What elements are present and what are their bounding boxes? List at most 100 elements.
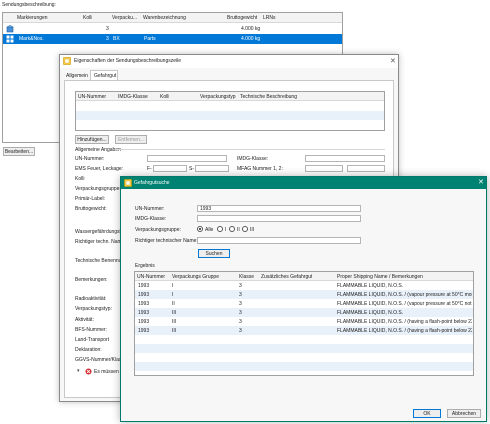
shipment-table-header: Markierungen Kolli Verpacku... Warenbeze…	[3, 13, 342, 23]
col-header-un[interactable]: UN-Nummer	[137, 274, 165, 280]
col-header-un[interactable]: UN-Nummer	[78, 94, 106, 100]
section-heading: Allgemeine Angaben	[75, 147, 121, 153]
remove-button[interactable]: Entfernen...	[115, 135, 147, 144]
properties-title: Eigenschaften der Sendungsbeschreibungsz…	[74, 58, 182, 64]
verpackungsgruppe-label: Verpackungsgruppe:	[75, 186, 121, 192]
table-row[interactable]: 1993 III 3 FLAMMABLE LIQUID, N.O.S. / (h…	[135, 326, 473, 335]
search-techname-label: Richtiger technischer Name:	[135, 238, 198, 244]
app-icon	[63, 57, 71, 65]
col-header-imdg[interactable]: IMDG-Klasse	[118, 94, 148, 100]
cell-gruppe: I	[172, 283, 174, 289]
col-header-markierungen[interactable]: Markierungen	[17, 15, 48, 21]
cell-name: FLAMMABLE LIQUID, N.O.S.	[337, 283, 404, 289]
aktivitaet-label: Aktivität:	[75, 317, 94, 323]
search-un-field[interactable]: 1993	[197, 205, 361, 212]
radio-alle-label: Alle	[205, 227, 214, 233]
landtransport-label: Land-Transport	[75, 337, 109, 343]
tab-gefahrgut-label: Gefahrgut	[94, 73, 117, 79]
un-field[interactable]	[147, 155, 227, 162]
cell-name: FLAMMABLE LIQUID, N.O.S. / (vapour press…	[337, 292, 472, 298]
techname-label: Richtiger techn. Name	[75, 239, 125, 245]
results-header: UN-Nummer Verpackungs Gruppe Klasse Zusä…	[135, 272, 473, 281]
imdg-field[interactable]	[305, 155, 385, 162]
radio-ii[interactable]	[229, 226, 235, 232]
radio-iii[interactable]	[242, 226, 248, 232]
cell-klasse: 3	[239, 292, 242, 298]
tab-gefahrgut[interactable]: Gefahrgut	[90, 70, 118, 80]
col-header-warenbezeichnung[interactable]: Warenbezeichnung	[143, 15, 186, 21]
search-group-label: Verpackungsgruppe:	[135, 227, 181, 233]
empty-row	[135, 362, 473, 371]
row-gewicht: 4.000 kg	[241, 36, 261, 42]
cancel-button[interactable]: Abbrechen	[447, 409, 481, 418]
close-icon[interactable]: ✕	[390, 57, 396, 65]
cell-klasse: 3	[239, 328, 242, 334]
col-header-name[interactable]: Proper Shipping Name / Bemerkungen	[337, 274, 423, 280]
un-label: UN-Nummer:	[75, 156, 105, 162]
radio-i[interactable]	[217, 226, 223, 232]
cell-klasse: 3	[239, 283, 242, 289]
col-header-zusatz[interactable]: Zusätzliches Gefahrgut	[261, 274, 312, 280]
table-row[interactable]: 1993 I 3 FLAMMABLE LIQUID, N.O.S.	[135, 281, 473, 290]
cell-klasse: 3	[239, 310, 242, 316]
mfag-label: MFAG Nummer 1, 2:	[237, 166, 283, 172]
cell-name: FLAMMABLE LIQUID, N.O.S. / (having a fla…	[337, 319, 472, 325]
tab-allgemein[interactable]: Allgemein	[66, 73, 88, 79]
col-header-verpackungstyp[interactable]: Verpackungstyp	[200, 94, 236, 100]
col-header-verpackung[interactable]: Verpacku...	[112, 15, 137, 21]
empty-row	[135, 344, 473, 353]
col-header-techbeschreibung[interactable]: Technische Beschreibung	[240, 94, 297, 100]
cell-gruppe: II	[172, 301, 175, 307]
radio-alle[interactable]	[197, 226, 203, 232]
cell-gruppe: I	[172, 292, 174, 298]
table-row[interactable]: 3 4.000 kg	[3, 24, 342, 34]
imdg-label: IMDG-Klasse:	[237, 156, 269, 162]
radioakt-label: Radioaktivität:	[75, 296, 107, 302]
col-header-kolli[interactable]: Kolli	[160, 94, 169, 100]
mfag-field-2[interactable]	[347, 165, 385, 172]
col-header-klasse[interactable]: Klasse	[239, 274, 254, 280]
add-button[interactable]: Hinzufügen...	[75, 135, 109, 144]
properties-title-bar: Eigenschaften der Sendungsbeschreibungsz…	[60, 55, 398, 68]
section-divider	[115, 149, 385, 150]
search-imdg-field[interactable]	[197, 215, 361, 222]
table-row[interactable]: 1993 II 3 FLAMMABLE LIQUID, N.O.S. / (va…	[135, 299, 473, 308]
primaer-label: Primär-Label:	[75, 196, 106, 202]
un-table: UN-Nummer IMDG-Klasse Kolli Verpackungst…	[75, 91, 385, 131]
col-header-kolli[interactable]: Kolli	[83, 15, 92, 21]
ems-s-label: S-	[189, 166, 194, 172]
un-table-row	[76, 111, 384, 120]
bemerkungen-label: Bemerkungen:	[75, 277, 108, 283]
wasser-label: Wassergefährdungskl	[75, 229, 124, 235]
ems-f-field[interactable]	[153, 165, 187, 172]
results-table: UN-Nummer Verpackungs Gruppe Klasse Zusä…	[134, 271, 474, 376]
ok-button[interactable]: OK	[413, 409, 441, 418]
verpackungstyp-label: Verpackungstyp:	[75, 306, 112, 312]
kolli-label: Kolli	[75, 176, 85, 182]
brutto-label: Bruttogewicht:	[75, 206, 107, 212]
search-imdg-label: IMDG-Klasse:	[135, 216, 167, 222]
edit-button[interactable]: Bearbeiten...	[3, 147, 35, 156]
row-verpackung: BX	[113, 36, 120, 42]
col-header-lrns[interactable]: LRNs	[263, 15, 276, 21]
search-button[interactable]: Suchen	[198, 249, 230, 258]
cell-klasse: 3	[239, 319, 242, 325]
table-row-selected[interactable]: Mark&Nos. 3 BX Parts 4.000 kg	[3, 34, 342, 44]
cell-un: 1993	[138, 328, 150, 334]
table-row[interactable]: 1993 III 3 FLAMMABLE LIQUID, N.O.S. / (h…	[135, 317, 473, 326]
section-label: Sendungsbeschreibung:	[2, 2, 56, 8]
ems-s-field[interactable]	[195, 165, 229, 172]
table-row[interactable]: 1993 I 3 FLAMMABLE LIQUID, N.O.S. / (vap…	[135, 290, 473, 299]
technbenennung-label: Technische Benennun	[75, 258, 125, 264]
table-row[interactable]: 1993 III 3 FLAMMABLE LIQUID, N.O.S.	[135, 308, 473, 317]
col-header-gruppe[interactable]: Verpackungs Gruppe	[172, 274, 219, 280]
close-icon[interactable]: ✕	[478, 178, 484, 186]
search-un-label: UN-Nummer:	[135, 206, 165, 212]
expand-arrow-icon[interactable]: ▾	[77, 368, 80, 374]
mfag-field-1[interactable]	[305, 165, 343, 172]
cell-un: 1993	[138, 283, 150, 289]
cell-name: FLAMMABLE LIQUID, N.O.S. / (vapour press…	[337, 301, 472, 307]
col-header-bruttogewicht[interactable]: Bruttogewicht	[227, 15, 257, 21]
search-techname-field[interactable]	[197, 237, 361, 244]
app-icon	[124, 179, 132, 187]
